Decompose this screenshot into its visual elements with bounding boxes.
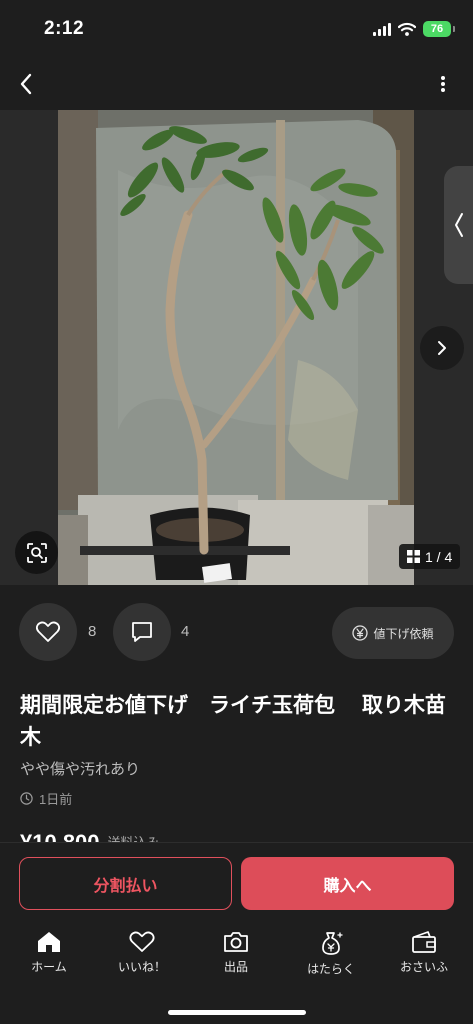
buy-button[interactable]: 購入へ — [241, 857, 454, 910]
grid-icon — [407, 550, 420, 563]
tab-work-label: はたらく — [307, 962, 355, 976]
image-search-icon — [26, 542, 47, 563]
tab-home-label: ホーム — [31, 960, 67, 974]
price-down-request-button[interactable]: 値下げ依頼 — [332, 607, 454, 659]
clock-icon — [20, 792, 33, 805]
posted-time-text: 1日前 — [39, 792, 73, 807]
yen-circle-icon — [352, 625, 369, 641]
price-down-label: 値下げ依頼 — [373, 626, 434, 641]
signal-icon — [373, 22, 391, 36]
tab-bar: ホーム いいね！ 出品 はたらく おさいふ — [0, 924, 473, 1024]
home-indicator — [168, 1010, 306, 1015]
price-value: ¥10,800 — [20, 828, 100, 842]
comments-count: 4 — [181, 623, 190, 640]
status-bar: 2:12 76 — [0, 0, 473, 60]
back-button[interactable] — [10, 64, 42, 104]
status-icons: 76 — [373, 21, 455, 37]
actions-row: 8 4 値下げ依頼 — [0, 603, 473, 661]
installment-button[interactable]: 分割払い — [19, 857, 232, 910]
photo-gallery[interactable]: 1 / 4 — [0, 110, 473, 585]
chevron-left-icon — [20, 73, 32, 95]
heart-icon — [35, 621, 61, 642]
item-condition: やや傷や汚れあり — [20, 761, 141, 778]
heart-icon — [129, 931, 155, 952]
tab-wallet-label: おさいふ — [399, 960, 448, 974]
tab-wallet[interactable]: おさいふ — [389, 930, 459, 975]
likes-count: 8 — [88, 623, 97, 640]
wallet-icon — [412, 931, 436, 953]
side-panel-tab[interactable] — [444, 166, 473, 284]
comment-icon — [132, 622, 152, 642]
price-note: 送料込み — [108, 828, 160, 842]
posted-time: 1日前 — [20, 789, 72, 808]
home-icon — [38, 932, 60, 952]
purchase-bar: 分割払い 購入へ — [0, 842, 473, 924]
plant-photo-illustration — [58, 110, 414, 585]
comment-button[interactable] — [113, 603, 171, 661]
image-counter-text: 1 / 4 — [425, 548, 453, 565]
like-button[interactable] — [19, 603, 77, 661]
camera-icon — [224, 932, 248, 952]
status-time: 2:12 — [44, 18, 85, 39]
wifi-icon — [398, 22, 416, 36]
item-title: 期間限定お値下げ ライチ玉荷包 取り木苗木 — [20, 694, 446, 749]
image-search-button[interactable] — [15, 531, 58, 574]
tab-likes-label: いいね！ — [117, 960, 166, 974]
next-image-button[interactable] — [420, 326, 464, 370]
battery-indicator: 76 — [423, 21, 455, 37]
image-counter: 1 / 4 — [399, 544, 461, 569]
chevron-right-icon — [438, 341, 446, 355]
chevron-left-icon — [454, 213, 463, 237]
more-vertical-icon — [441, 76, 445, 92]
tab-sell[interactable]: 出品 — [201, 930, 271, 975]
product-photo[interactable] — [58, 110, 414, 585]
tab-home[interactable]: ホーム — [14, 930, 84, 975]
money-bag-icon — [322, 932, 343, 955]
tab-sell-label: 出品 — [223, 960, 248, 974]
price: ¥10,800 送料込み — [20, 828, 160, 842]
tab-work[interactable]: はたらく — [296, 930, 366, 977]
nav-bar — [0, 60, 473, 110]
tab-likes[interactable]: いいね！ — [107, 930, 177, 975]
more-button[interactable] — [435, 66, 451, 102]
